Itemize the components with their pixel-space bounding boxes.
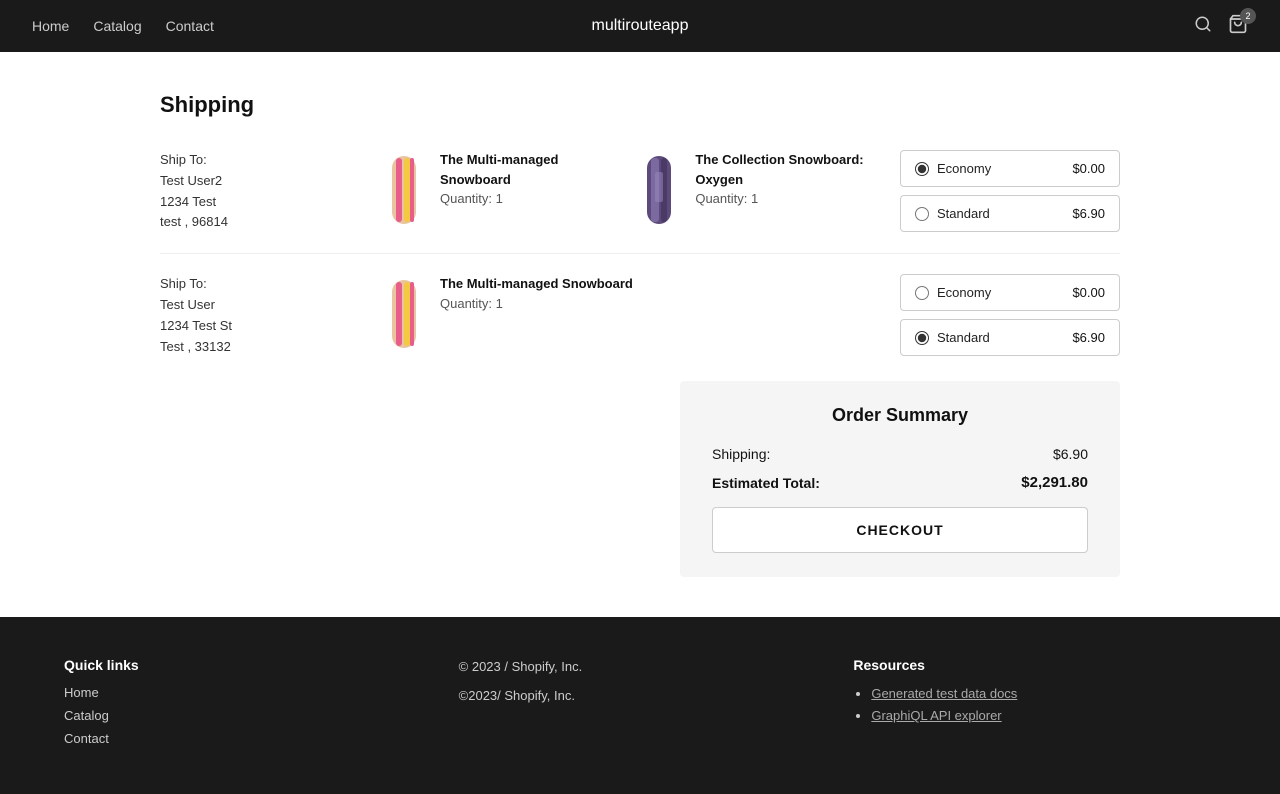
shipping-option-standard-1[interactable]: Standard $6.90 [900,195,1120,232]
nav-home[interactable]: Home [32,18,69,34]
resources-title: Resources [853,657,1216,673]
ship-street-2: 1234 Test St [160,316,380,337]
quick-links-title: Quick links [64,657,427,673]
shipping-option-economy-1[interactable]: Economy $0.00 [900,150,1120,187]
prod-name-2a: The Multi-managed Snowboard [440,274,633,294]
shipping-summary-value: $6.90 [1053,446,1088,462]
ship-city-1: test , 96814 [160,212,380,233]
footer-resources: Resources Generated test data docs Graph… [853,657,1216,754]
footer-catalog-link[interactable]: Catalog [64,708,427,723]
resource-link-1[interactable]: Generated test data docs [871,686,1216,701]
products-section-2: The Multi-managed Snowboard Quantity: 1 [380,274,900,354]
prod-qty-1a: Quantity: 1 [440,189,619,209]
footer-contact-link[interactable]: Contact [64,731,427,746]
ship-street-1: 1234 Test [160,192,380,213]
shipping-option-standard-2[interactable]: Standard $6.90 [900,319,1120,356]
footer-quick-links: Quick links Home Catalog Contact [64,657,427,754]
economy-price-1: $0.00 [1072,161,1105,176]
shipping-summary-label: Shipping: [712,446,770,462]
product-img-1b [635,150,683,230]
nav-links: Home Catalog Contact [32,18,214,34]
main-content: Shipping Ship To: Test User2 1234 Test t… [0,52,1280,617]
resources-list: Generated test data docs GraphiQL API ex… [853,685,1216,723]
shipping-row-2: Ship To: Test User 1234 Test St Test , 3… [160,274,1120,357]
footer-center: © 2023 / Shopify, Inc. ©2023/ Shopify, I… [459,657,822,754]
cart-icon[interactable]: 2 [1228,14,1248,39]
economy-label-2[interactable]: Economy [915,285,991,300]
checkout-button[interactable]: CHECKOUT [712,507,1088,553]
footer-home-link[interactable]: Home [64,685,427,700]
product-card-1b: The Collection Snowboard: Oxygen Quantit… [635,150,900,230]
ship-to-label-2: Ship To: [160,274,380,295]
ship-address-2: Ship To: Test User 1234 Test St Test , 3… [160,274,380,357]
prod-name-1a: The Multi-managed Snowboard [440,150,619,189]
prod-qty-1b: Quantity: 1 [695,189,900,209]
prod-name-1b: The Collection Snowboard: Oxygen [695,150,900,189]
order-summary-wrapper: Order Summary Shipping: $6.90 Estimated … [160,381,1120,577]
product-info-1a: The Multi-managed Snowboard Quantity: 1 [440,150,619,209]
page-title: Shipping [160,92,1120,118]
ship-address-1: Ship To: Test User2 1234 Test test , 968… [160,150,380,233]
standard-radio-2[interactable] [915,331,929,345]
ship-to-label-1: Ship To: [160,150,380,171]
product-card-2a: The Multi-managed Snowboard Quantity: 1 [380,274,633,354]
standard-label-2[interactable]: Standard [915,330,990,345]
product-info-1b: The Collection Snowboard: Oxygen Quantit… [695,150,900,209]
order-summary: Order Summary Shipping: $6.90 Estimated … [680,381,1120,577]
snowboard-img-collection [641,152,677,228]
resource-link-2[interactable]: GraphiQL API explorer [871,708,1216,723]
shipping-row-1: Ship To: Test User2 1234 Test test , 968… [160,150,1120,233]
total-summary-line: Estimated Total: $2,291.80 [712,474,1088,491]
economy-price-2: $0.00 [1072,285,1105,300]
economy-radio-1[interactable] [915,162,929,176]
resource-item-1: Generated test data docs [871,685,1216,701]
snowboard-img-multi [386,152,422,228]
shipping-option-economy-2[interactable]: Economy $0.00 [900,274,1120,311]
footer: Quick links Home Catalog Contact © 2023 … [0,617,1280,794]
prod-qty-2a: Quantity: 1 [440,294,633,314]
economy-radio-2[interactable] [915,286,929,300]
product-card-1a: The Multi-managed Snowboard Quantity: 1 [380,150,619,230]
economy-label-1[interactable]: Economy [915,161,991,176]
standard-label-1[interactable]: Standard [915,206,990,221]
ship-name-2: Test User [160,295,380,316]
resource-item-2: GraphiQL API explorer [871,707,1216,723]
cart-count: 2 [1240,8,1256,24]
standard-price-1: $6.90 [1072,206,1105,221]
search-icon[interactable] [1194,15,1212,38]
product-info-2a: The Multi-managed Snowboard Quantity: 1 [440,274,633,313]
products-section-1: The Multi-managed Snowboard Quantity: 1 [380,150,900,230]
brand-name: multirouteapp [592,17,689,35]
nav-catalog[interactable]: Catalog [93,18,141,34]
product-img-2a [380,274,428,354]
standard-radio-1[interactable] [915,207,929,221]
total-value: $2,291.80 [1021,474,1088,491]
total-label: Estimated Total: [712,475,820,491]
navbar: Home Catalog Contact multirouteapp 2 [0,0,1280,52]
row-divider [160,253,1120,254]
shipping-options-2: Economy $0.00 Standard $6.90 [900,274,1120,356]
ship-name-1: Test User2 [160,171,380,192]
snowboard-img-multi-2 [386,276,422,352]
order-summary-title: Order Summary [712,405,1088,426]
nav-contact[interactable]: Contact [166,18,214,34]
shipping-summary-line: Shipping: $6.90 [712,446,1088,462]
ship-city-2: Test , 33132 [160,337,380,358]
footer-copy-1: © 2023 / Shopify, Inc. [459,657,822,678]
nav-icons: 2 [1194,14,1248,39]
product-img-1a [380,150,428,230]
shipping-options-1: Economy $0.00 Standard $6.90 [900,150,1120,232]
footer-copy-2: ©2023/ Shopify, Inc. [459,686,822,707]
standard-price-2: $6.90 [1072,330,1105,345]
